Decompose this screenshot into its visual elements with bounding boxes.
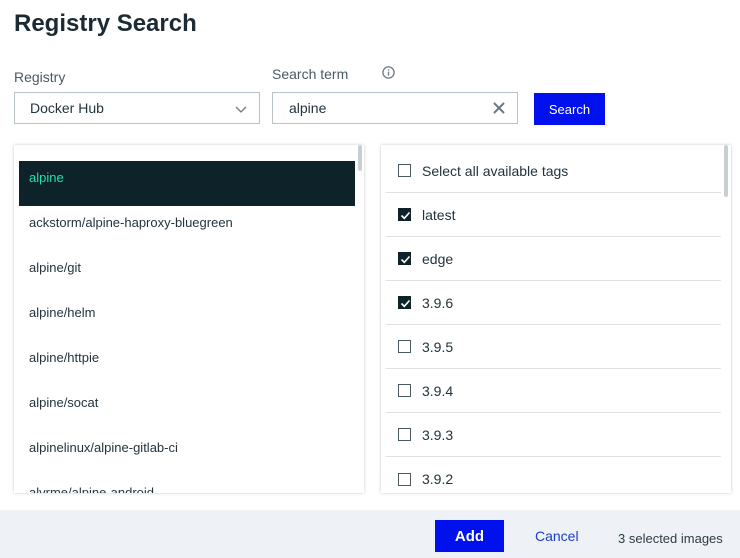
tags-list: Select all available tags latest edge 3.9.…	[386, 149, 721, 493]
repository-scrollbar[interactable]	[358, 145, 362, 171]
tag-checkbox[interactable]	[398, 208, 411, 221]
tag-checkbox[interactable]	[398, 296, 411, 309]
cancel-button[interactable]: Cancel	[535, 528, 579, 544]
search-button[interactable]: Search	[534, 93, 605, 125]
chevron-down-icon	[235, 106, 247, 113]
checkmark-icon	[400, 299, 411, 308]
select-all-checkbox[interactable]	[398, 164, 411, 177]
repository-item[interactable]: alpinelinux/alpine-gitlab-ci	[19, 431, 355, 476]
info-icon[interactable]	[382, 66, 395, 79]
search-input[interactable]	[287, 93, 482, 123]
clear-icon[interactable]	[492, 101, 506, 115]
checkmark-icon	[400, 211, 411, 220]
repository-item[interactable]: ackstorm/alpine-haproxy-bluegreen	[19, 206, 355, 251]
repository-item[interactable]: alpine/helm	[19, 296, 355, 341]
repository-item[interactable]: alvrme/alpine-android	[19, 476, 355, 493]
dialog-footer: Add Cancel 3 selected images	[0, 510, 740, 558]
dialog-title: Registry Search	[14, 10, 197, 37]
tag-label: edge	[422, 250, 454, 267]
tag-row[interactable]: 3.9.6	[386, 281, 721, 325]
registry-label: Registry	[14, 69, 66, 85]
repository-item[interactable]: alpine	[19, 161, 355, 206]
selected-images-count: 3 selected images	[618, 531, 723, 546]
tag-label: 3.9.5	[422, 338, 454, 355]
checkmark-icon	[400, 255, 411, 264]
tag-row[interactable]: 3.9.5	[386, 325, 721, 369]
tag-row[interactable]: 3.9.2	[386, 457, 721, 493]
tags-scrollbar[interactable]	[724, 145, 728, 197]
tag-row[interactable]: latest	[386, 193, 721, 237]
tag-row[interactable]: 3.9.4	[386, 369, 721, 413]
repository-list-panel[interactable]: alpine ackstorm/alpine-haproxy-bluegreen a…	[14, 145, 364, 493]
repository-list: alpine ackstorm/alpine-haproxy-bluegreen a…	[19, 161, 355, 493]
tag-label: 3.9.4	[422, 382, 454, 399]
tag-label: latest	[422, 206, 456, 223]
repository-item[interactable]: alpine/httpie	[19, 341, 355, 386]
repository-item[interactable]: alpine/socat	[19, 386, 355, 431]
tag-row[interactable]: 3.9.3	[386, 413, 721, 457]
tag-checkbox[interactable]	[398, 472, 411, 486]
tag-checkbox[interactable]	[398, 384, 411, 397]
search-field[interactable]	[272, 92, 518, 124]
tag-row[interactable]: edge	[386, 237, 721, 281]
tag-checkbox[interactable]	[398, 252, 411, 265]
select-all-label: Select all available tags	[422, 162, 569, 179]
add-button[interactable]: Add	[435, 520, 504, 552]
registry-selected-value: Docker Hub	[30, 100, 104, 116]
tag-label: 3.9.6	[422, 294, 454, 311]
tag-label: 3.9.2	[422, 471, 454, 487]
select-all-tags-row[interactable]: Select all available tags	[386, 149, 721, 193]
search-term-label: Search term	[272, 66, 349, 82]
repository-item[interactable]: alpine/git	[19, 251, 355, 296]
tag-checkbox[interactable]	[398, 340, 411, 353]
tag-checkbox[interactable]	[398, 428, 411, 441]
tags-list-panel[interactable]: Select all available tags latest edge 3.9.…	[381, 145, 731, 493]
registry-select[interactable]: Docker Hub	[14, 92, 260, 124]
tag-label: 3.9.3	[422, 426, 454, 443]
